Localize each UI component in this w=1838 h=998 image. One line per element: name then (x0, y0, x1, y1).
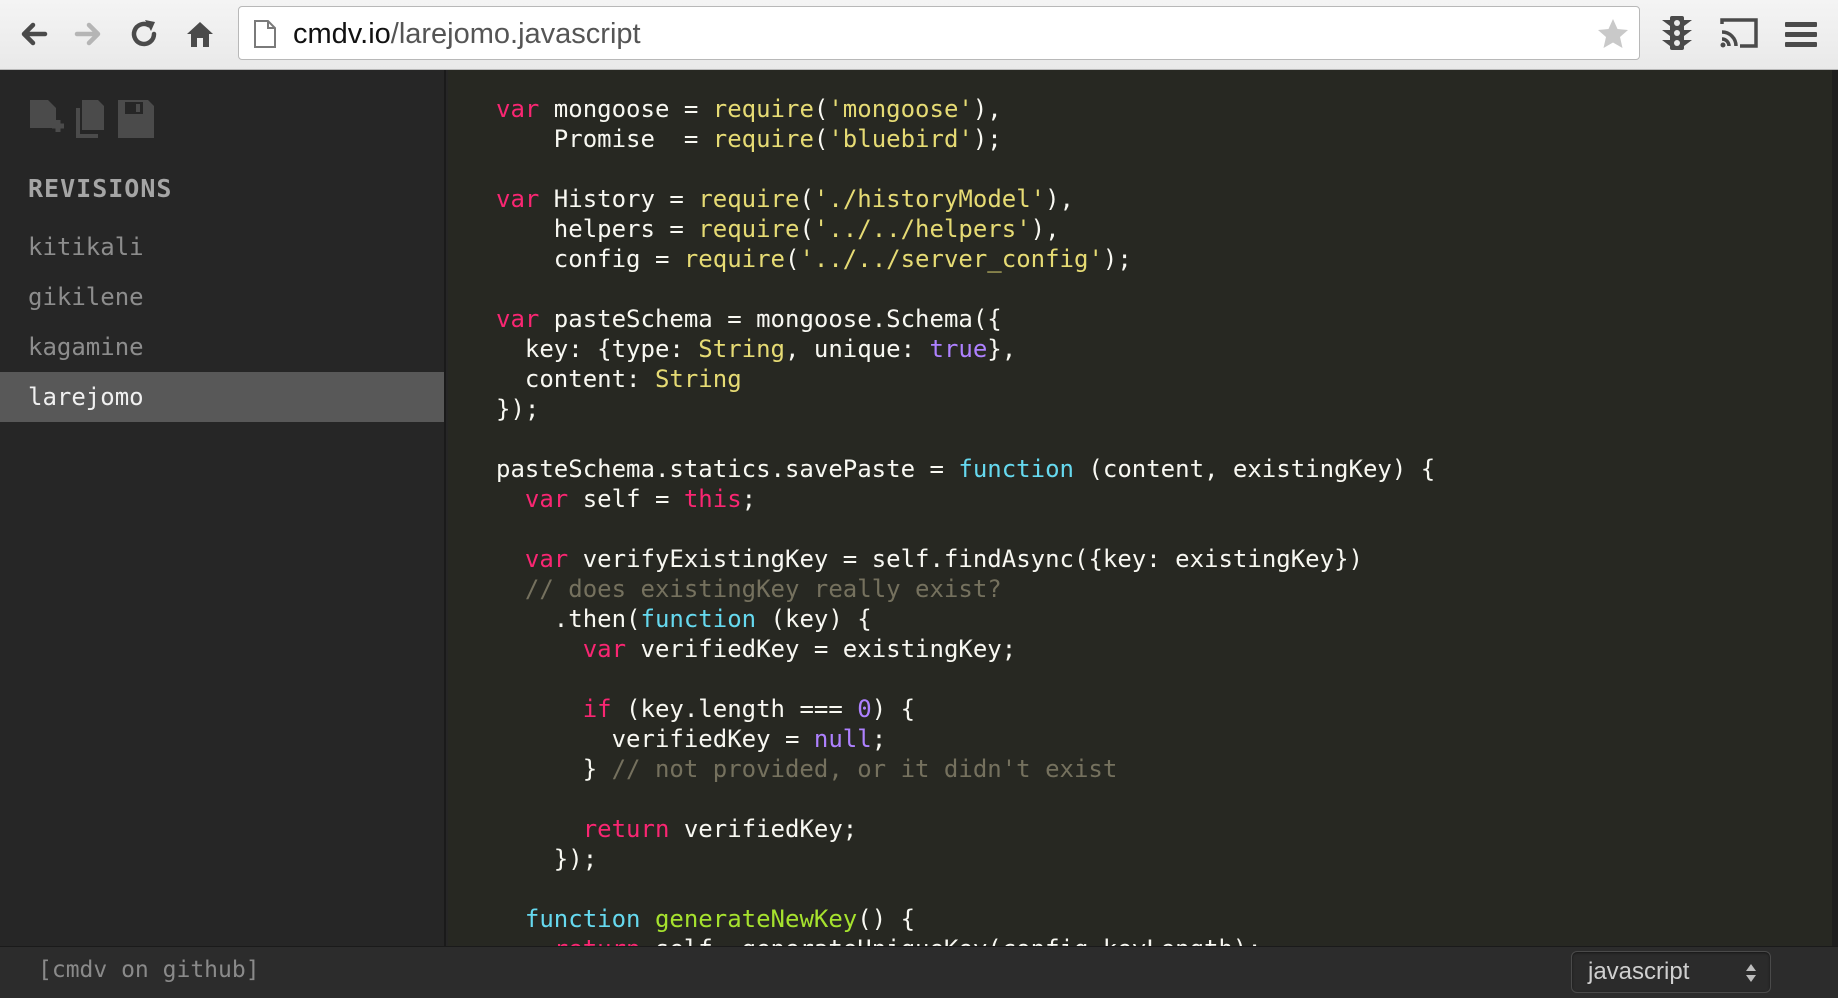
revisions-sidebar: REVISIONS kitikali gikilene kagamine lar… (0, 70, 446, 946)
revisions-list: kitikali gikilene kagamine larejomo (0, 222, 444, 422)
revisions-title: REVISIONS (28, 174, 173, 203)
revision-item-gikilene[interactable]: gikilene (0, 272, 444, 322)
duplicate-icon[interactable] (72, 98, 112, 140)
revision-item-kagamine[interactable]: kagamine (0, 322, 444, 372)
reload-icon (131, 20, 157, 47)
url-path: /larejomo.javascript (390, 18, 641, 50)
address-bar[interactable]: cmdv.io/larejomo.javascript (238, 6, 1640, 60)
traffic-light-icon[interactable] (1654, 12, 1700, 56)
cast-icon[interactable] (1716, 12, 1762, 56)
hamburger-menu-icon[interactable] (1778, 12, 1824, 56)
save-icon[interactable] (116, 98, 156, 140)
code-editor[interactable]: var mongoose = require('mongoose'), Prom… (448, 70, 1838, 946)
back-button[interactable] (12, 12, 56, 56)
footer-bar: [cmdv on github] javascript (0, 946, 1838, 998)
github-link[interactable]: [cmdv on github] (38, 957, 260, 983)
url-host: cmdv.io (293, 18, 391, 50)
star-icon[interactable] (1595, 16, 1631, 52)
browser-toolbar: cmdv.io/larejomo.javascript (0, 0, 1838, 70)
editor-scrollbar[interactable] (1832, 70, 1838, 946)
home-icon (187, 22, 213, 47)
forward-button[interactable] (66, 12, 110, 56)
revision-item-kitikali[interactable]: kitikali (0, 222, 444, 272)
code-content[interactable]: var mongoose = require('mongoose'), Prom… (496, 94, 1435, 946)
url-text: cmdv.io/larejomo.javascript (293, 18, 641, 51)
revision-item-larejomo[interactable]: larejomo (0, 372, 444, 422)
select-arrows-icon (1746, 964, 1756, 982)
home-button[interactable] (178, 12, 222, 56)
new-file-icon[interactable] (28, 98, 68, 140)
forward-arrow-icon (74, 22, 101, 46)
language-select-value: javascript (1588, 958, 1690, 985)
page-icon (254, 20, 276, 48)
reload-button[interactable] (122, 12, 166, 56)
language-select[interactable]: javascript (1571, 951, 1771, 993)
file-tools (28, 98, 156, 140)
back-arrow-icon (21, 22, 48, 46)
